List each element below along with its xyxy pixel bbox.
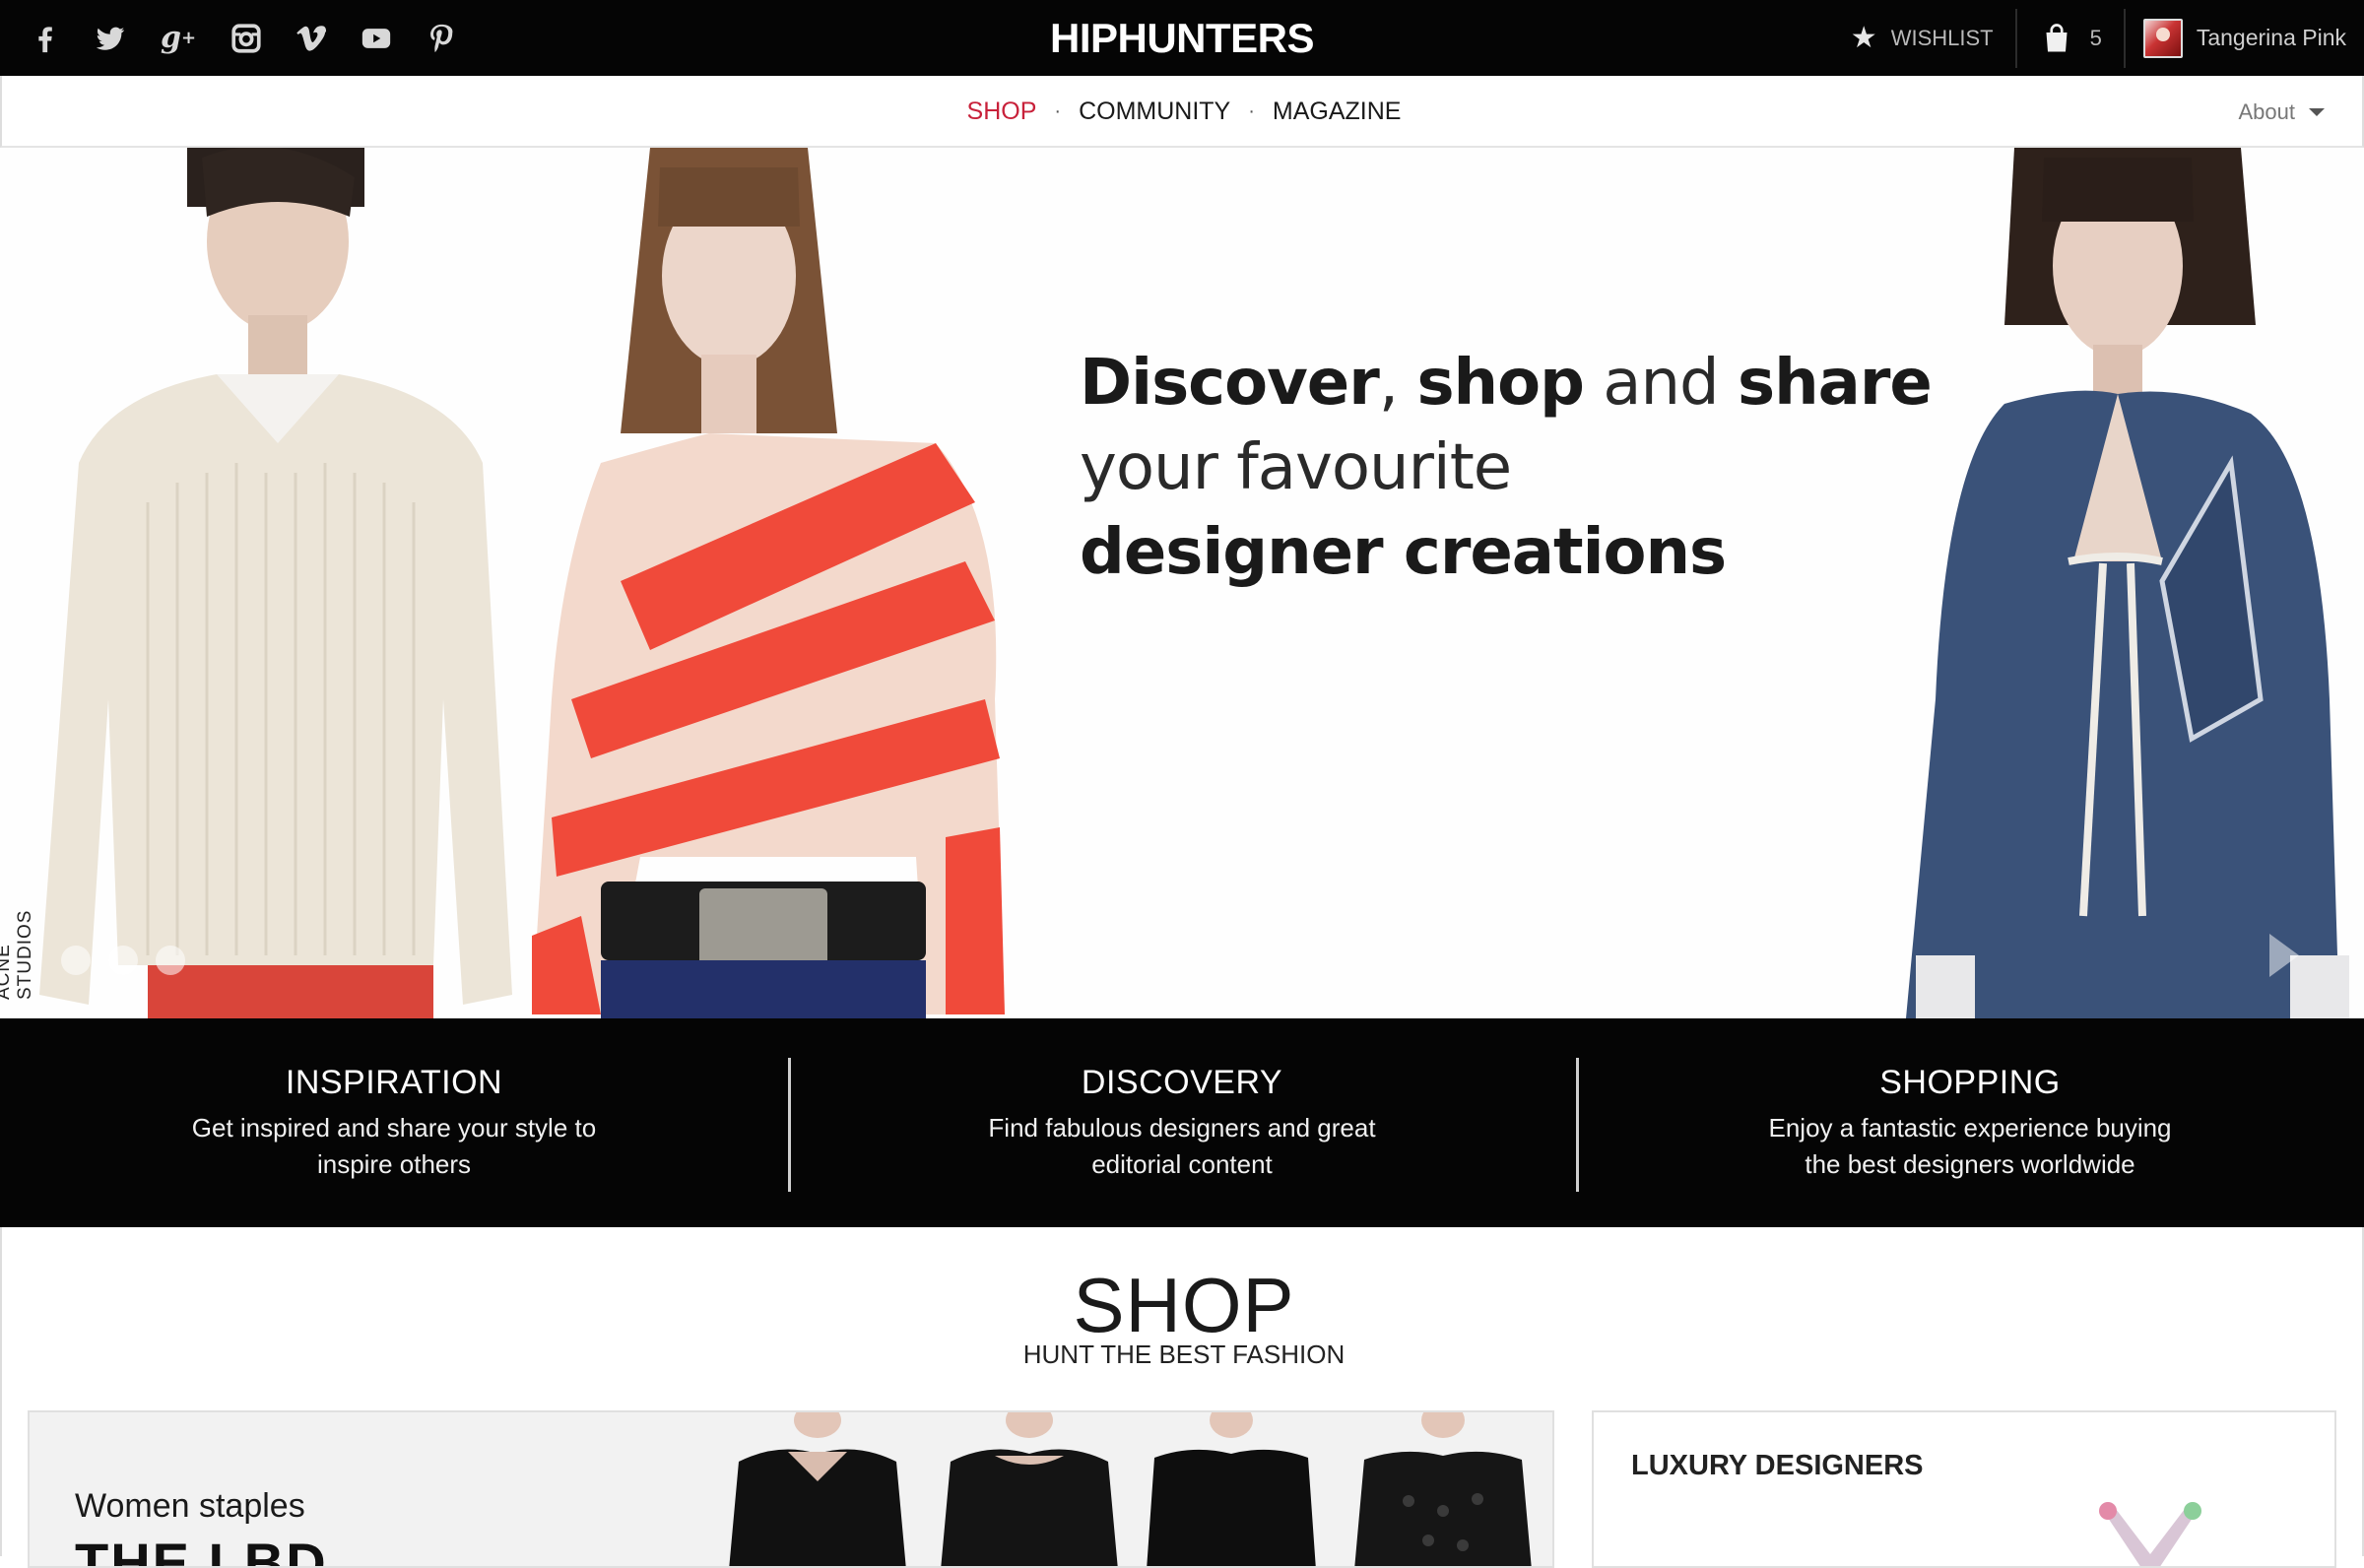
value-props: INSPIRATION Get inspired and share your … [0, 1018, 2364, 1227]
wishlist-link[interactable]: ★ WISHLIST [1850, 21, 2015, 54]
instagram-icon[interactable] [229, 21, 264, 56]
nav-separator: · [1054, 100, 1062, 122]
chevron-down-icon [2309, 107, 2325, 116]
bag-count: 5 [2089, 25, 2102, 50]
hero-word-shop: shop [1416, 347, 1584, 420]
card-title: LUXURY DESIGNERS [1631, 1450, 1924, 1481]
dress-image [941, 1412, 1118, 1566]
account-controls: ★ WISHLIST 5 Tangerina Pink [1851, 0, 2346, 76]
hero-separator: , [1378, 347, 1417, 420]
main-navigation: SHOP · COMMUNITY · MAGAZINE About [0, 76, 2364, 148]
nav-item-magazine[interactable]: MAGAZINE [1273, 98, 1402, 126]
feature-text: Enjoy a fantastic experience buying the … [1768, 1112, 2172, 1179]
about-dropdown[interactable]: About [2238, 76, 2325, 148]
top-bar: g + HIPHUNTERS ★ WISHLIST 5 Tangerina Pin… [0, 0, 2364, 76]
card-eyebrow: Women staples [75, 1487, 305, 1525]
google-plus-icon[interactable]: g + [158, 21, 199, 56]
card-title: THE LBD [75, 1532, 328, 1568]
youtube-icon[interactable] [359, 21, 394, 56]
primary-nav: SHOP · COMMUNITY · MAGAZINE [2, 76, 2364, 148]
hero-line-1: Discover, shop and share [1080, 341, 1966, 425]
carousel-indicators [61, 946, 185, 975]
about-label: About [2238, 98, 2296, 124]
nav-item-shop[interactable]: SHOP [967, 98, 1037, 126]
wishlist-label: WISHLIST [1890, 25, 1994, 50]
pinterest-icon[interactable] [424, 21, 459, 56]
hero-image-model-denim [1906, 148, 2349, 1018]
collection-card-lbd[interactable]: Women staples THE LBD [28, 1410, 1554, 1568]
feature-shopping: SHOPPING Enjoy a fantastic experience bu… [1576, 1018, 2364, 1227]
vimeo-icon[interactable] [294, 21, 329, 56]
hero-line-3-text: designer creations [1080, 516, 1727, 589]
dress-image [729, 1412, 906, 1566]
photo-credit: ACNE STUDIOS [0, 909, 35, 1000]
hero-headline: Discover, shop and share your favourite … [1080, 341, 1966, 595]
user-menu[interactable]: Tangerina Pink [2126, 18, 2346, 58]
nav-separator: · [1248, 100, 1255, 122]
designer-image [2099, 1502, 2201, 1566]
feature-discovery: DISCOVERY Find fabulous designers and gr… [788, 1018, 1576, 1227]
nav-item-community[interactable]: COMMUNITY [1079, 98, 1230, 126]
shopping-bag-icon [2046, 23, 2068, 51]
twitter-icon[interactable] [93, 21, 128, 56]
hero-line-2: your favourite [1080, 431, 1512, 504]
hero-image-model-stripes [532, 148, 1005, 1018]
user-name: Tangerina Pink [2196, 25, 2346, 50]
hero-image-model-sweater [39, 148, 512, 1018]
brand-logo[interactable]: HIPHUNTERS [1050, 15, 1315, 62]
feature-title: SHOPPING [1879, 1063, 2061, 1101]
feature-title: INSPIRATION [285, 1063, 503, 1101]
shop-section: SHOP HUNT THE BEST FASHION Women staples… [0, 1227, 2364, 1568]
hero-line-3: designer creations [1080, 510, 1966, 595]
hero-carousel[interactable]: Discover, shop and share your favourite … [0, 148, 2364, 1018]
carousel-dot[interactable] [156, 946, 185, 975]
section-subtitle: HUNT THE BEST FASHION [1022, 1339, 1346, 1369]
chevron-right-icon[interactable] [2269, 934, 2299, 977]
carousel-dot[interactable] [108, 946, 138, 975]
avatar [2142, 18, 2183, 58]
feature-inspiration: INSPIRATION Get inspired and share your … [0, 1018, 788, 1227]
carousel-dot[interactable] [61, 946, 91, 975]
social-links: g + [28, 0, 459, 76]
section-title: SHOP [1073, 1262, 1295, 1348]
hero-word-and: and [1583, 347, 1738, 420]
hero-word-discover: Discover [1080, 347, 1380, 420]
dress-image [1147, 1412, 1316, 1566]
feature-text: Get inspired and share your style to ins… [191, 1112, 597, 1179]
facebook-icon[interactable] [28, 21, 63, 56]
feature-text: Find fabulous designers and great editor… [988, 1112, 1376, 1179]
star-icon: ★ [1850, 21, 1877, 54]
shopping-bag-button[interactable]: 5 [2017, 21, 2124, 56]
feature-title: DISCOVERY [1081, 1063, 1283, 1101]
collection-card-luxury[interactable]: LUXURY DESIGNERS [1592, 1410, 2336, 1568]
dress-image [1354, 1412, 1532, 1566]
